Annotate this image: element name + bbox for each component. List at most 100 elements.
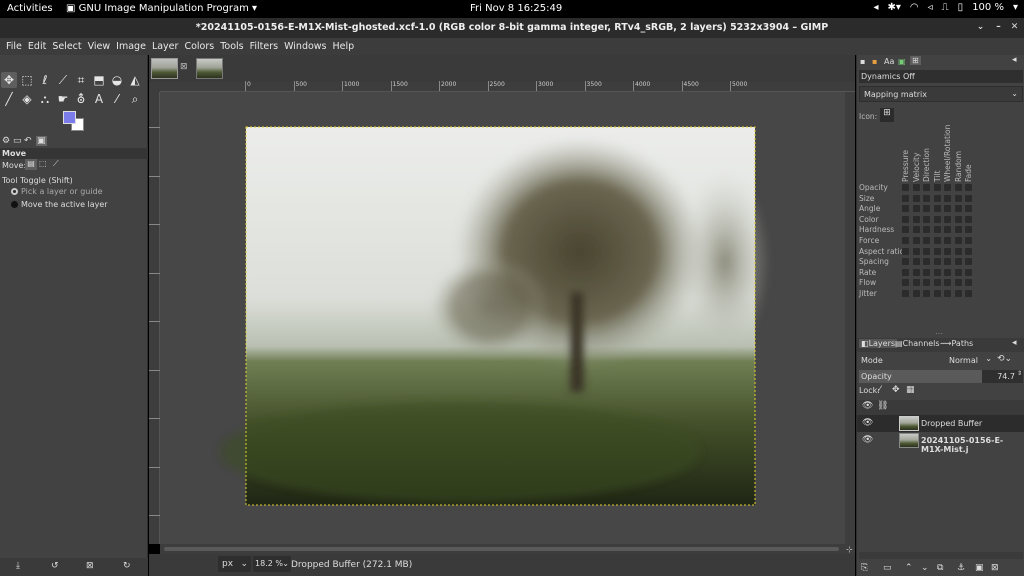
power-menu-icon[interactable]: ▾ <box>1013 2 1018 13</box>
vertical-scrollbar[interactable]: ⊹ <box>845 92 855 554</box>
battery-icon[interactable]: ▯ <box>958 2 964 13</box>
new-layer-icon[interactable]: ⎘ <box>861 563 868 573</box>
menu-tools[interactable]: Tools <box>217 41 246 52</box>
transform-tool-icon[interactable]: ⬒ <box>91 72 107 88</box>
menu-select[interactable]: Select <box>49 41 84 52</box>
text-tool-icon[interactable]: A <box>91 91 107 107</box>
matrix-toggle[interactable] <box>954 226 962 234</box>
matrix-toggle[interactable] <box>954 268 962 276</box>
menu-layer[interactable]: Layer <box>149 41 182 52</box>
eraser-tool-icon[interactable]: ◈ <box>19 91 35 107</box>
bucket-fill-tool-icon[interactable]: ◭ <box>127 72 143 88</box>
layer-name[interactable]: 20241105-0156-E-M1X-Mist.j <box>921 436 1024 454</box>
opacity-slider[interactable]: Opacity 74.7 ⇕ <box>859 370 1023 383</box>
tab-paths[interactable]: ⟿Paths <box>940 339 973 348</box>
matrix-toggle[interactable] <box>923 215 930 223</box>
wifi-icon[interactable]: ◠ <box>910 2 919 13</box>
matrix-toggle[interactable] <box>965 205 972 213</box>
dynamics-name-field[interactable]: Dynamics Off <box>859 70 1023 83</box>
matrix-toggle[interactable] <box>923 237 930 244</box>
canvas-area[interactable] <box>160 92 845 544</box>
matrix-toggle[interactable] <box>933 237 941 244</box>
matrix-toggle[interactable] <box>902 205 909 213</box>
move-active-layer-radio[interactable] <box>11 201 18 208</box>
matrix-toggle[interactable] <box>902 247 909 255</box>
matrix-toggle[interactable] <box>954 258 962 266</box>
dynamics-tab-icon[interactable]: ⊞ <box>910 56 921 65</box>
mask-layer-icon[interactable]: ▣ <box>975 563 984 573</box>
ruler-corner[interactable] <box>149 82 160 92</box>
clone-tool-icon[interactable]: ⛬ <box>37 91 53 107</box>
paths-tool-icon[interactable]: ⛢ <box>73 91 89 107</box>
undo-history-tab-icon[interactable]: ↶ <box>24 136 32 146</box>
matrix-toggle[interactable] <box>912 184 920 191</box>
matrix-toggle[interactable] <box>933 215 941 223</box>
matrix-toggle[interactable] <box>923 184 930 191</box>
eye-icon[interactable]: 👁 <box>862 435 873 445</box>
matrix-toggle[interactable] <box>933 184 941 191</box>
move-selection-icon[interactable]: ⬚ <box>39 159 47 168</box>
matrix-toggle[interactable] <box>965 258 972 266</box>
matrix-toggle[interactable] <box>944 258 951 266</box>
app-menu[interactable]: ▣ GNU Image Manipulation Program ▾ <box>66 3 257 14</box>
matrix-toggle[interactable] <box>954 290 962 297</box>
matrix-toggle[interactable] <box>902 268 909 276</box>
matrix-toggle[interactable] <box>965 215 972 223</box>
matrix-toggle[interactable] <box>912 258 920 266</box>
matrix-toggle[interactable] <box>912 205 920 213</box>
pattern-tab-icon[interactable]: ▪ <box>872 57 877 66</box>
dock-menu-icon[interactable]: ◂ <box>1012 55 1017 65</box>
tool-options-tab-icon[interactable]: ⚙ <box>2 136 10 146</box>
matrix-toggle[interactable] <box>944 290 951 297</box>
matrix-toggle[interactable] <box>923 205 930 213</box>
resize-grip[interactable]: ⋯ <box>935 329 943 338</box>
matrix-toggle[interactable] <box>902 226 909 234</box>
tab-layers[interactable]: ◧Layers <box>859 339 898 348</box>
volume-icon[interactable]: ◃ <box>928 2 933 13</box>
matrix-toggle[interactable] <box>912 290 920 297</box>
lock-pixels-icon[interactable]: ⁄ <box>879 385 881 395</box>
matrix-toggle[interactable] <box>954 237 962 244</box>
crop-tool-icon[interactable]: ⌗ <box>73 72 89 88</box>
matrix-toggle[interactable] <box>933 290 941 297</box>
matrix-toggle[interactable] <box>912 279 920 287</box>
matrix-toggle[interactable] <box>965 184 972 191</box>
close-tab-icon[interactable]: ⊠ <box>180 62 188 72</box>
navigate-icon[interactable]: ⊹ <box>846 545 853 554</box>
rect-select-tool-icon[interactable]: ⬚ <box>19 72 35 88</box>
matrix-toggle[interactable] <box>933 258 941 266</box>
menu-help[interactable]: Help <box>330 41 358 52</box>
matrix-toggle[interactable] <box>902 215 909 223</box>
matrix-toggle[interactable] <box>954 279 962 287</box>
matrix-toggle[interactable] <box>902 279 909 287</box>
move-tool-icon[interactable]: ✥ <box>1 72 17 88</box>
images-tab-icon[interactable]: ▣ <box>36 136 47 146</box>
layer-name[interactable]: Dropped Buffer <box>921 419 982 428</box>
mode-options-icon[interactable]: ⟲⌄ <box>997 354 1012 364</box>
layer-row[interactable]: 👁 Dropped Buffer <box>857 415 1024 432</box>
matrix-toggle[interactable] <box>933 247 941 255</box>
delete-layer-icon[interactable]: ⊠ <box>991 563 999 573</box>
chain-header-icon[interactable]: ⛓ <box>877 401 888 411</box>
matrix-toggle[interactable] <box>933 194 941 202</box>
menu-edit[interactable]: Edit <box>25 41 49 52</box>
layers-hscroll[interactable] <box>859 552 1023 559</box>
horizontal-ruler[interactable]: 0 500 1000 1500 2000 2500 3000 3500 4000 4500 5000 <box>160 81 855 92</box>
menu-windows[interactable]: Windows <box>281 41 329 52</box>
matrix-toggle[interactable] <box>923 226 930 234</box>
layer-mode-select[interactable]: Normal ⌄ <box>949 353 993 367</box>
matrix-toggle[interactable] <box>944 205 951 213</box>
matrix-toggle[interactable] <box>912 226 920 234</box>
menu-colors[interactable]: Colors <box>181 41 217 52</box>
matrix-toggle[interactable] <box>923 258 930 266</box>
matrix-toggle[interactable] <box>954 194 962 202</box>
menu-view[interactable]: View <box>85 41 114 52</box>
pick-layer-radio[interactable] <box>11 188 18 195</box>
media-prev-icon[interactable]: ◂ <box>873 2 878 13</box>
matrix-toggle[interactable] <box>923 247 930 255</box>
fonts-tab-icon[interactable]: Aa <box>884 57 894 66</box>
matrix-toggle[interactable] <box>902 237 909 244</box>
matrix-toggle[interactable] <box>912 268 920 276</box>
reset-options-icon[interactable]: ↻ <box>123 561 131 571</box>
matrix-toggle[interactable] <box>923 279 930 287</box>
